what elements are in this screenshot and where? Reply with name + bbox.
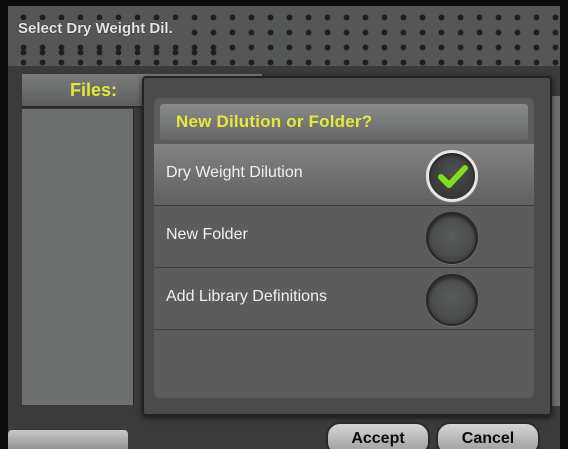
checkmark-icon bbox=[438, 165, 468, 188]
instrument-screen: Select Dry Weight Dil. Files: New Diluti… bbox=[8, 6, 560, 449]
files-list[interactable] bbox=[22, 109, 134, 405]
window-title: Select Dry Weight Dil. bbox=[18, 20, 181, 37]
accept-button[interactable]: Accept bbox=[326, 422, 430, 449]
option-dry-weight-dilution[interactable]: Dry Weight Dilution bbox=[154, 144, 534, 206]
title-bar: Select Dry Weight Dil. bbox=[8, 6, 560, 66]
option-add-library-definitions[interactable]: Add Library Definitions bbox=[154, 268, 534, 330]
dialog-title: New Dilution or Folder? bbox=[176, 112, 373, 131]
dialog-content: New Dilution or Folder? Dry Weight Dilut… bbox=[154, 98, 534, 398]
new-dilution-dialog: New Dilution or Folder? Dry Weight Dilut… bbox=[142, 76, 552, 416]
title-bar-texture bbox=[8, 42, 223, 64]
option-label: Add Library Definitions bbox=[166, 288, 327, 305]
dialog-title-bar: New Dilution or Folder? bbox=[160, 104, 528, 140]
radio-dry-weight-dilution[interactable] bbox=[426, 150, 478, 202]
bottom-left-tab[interactable] bbox=[8, 430, 128, 449]
option-new-folder[interactable]: New Folder bbox=[154, 206, 534, 268]
radio-add-library-definitions[interactable] bbox=[426, 274, 478, 326]
option-label: New Folder bbox=[166, 226, 248, 243]
option-label: Dry Weight Dilution bbox=[166, 164, 303, 181]
radio-new-folder[interactable] bbox=[426, 212, 478, 264]
cancel-button[interactable]: Cancel bbox=[436, 422, 540, 449]
files-label: Files: bbox=[70, 80, 118, 100]
